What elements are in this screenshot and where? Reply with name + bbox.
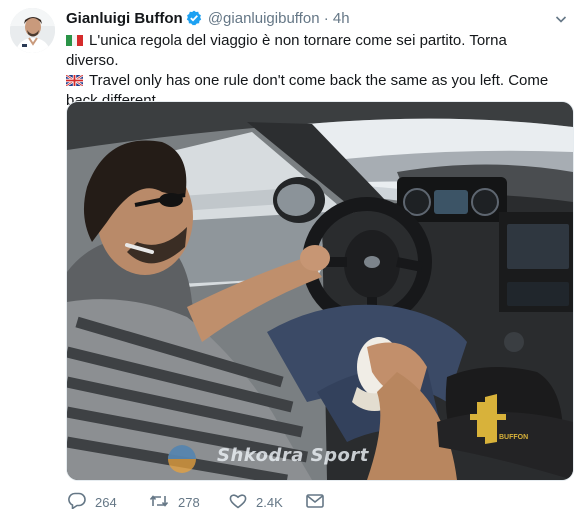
tweet-text: L'unica regola del viaggio è non tornare…: [66, 31, 561, 111]
retweet-count: 278: [178, 494, 200, 510]
retweet-button[interactable]: 278: [149, 491, 200, 513]
tweet-card[interactable]: Gianluigi Buffon @gianluigibuffon · 4h L…: [0, 0, 580, 519]
uk-flag-icon: [66, 75, 83, 86]
direct-message-button[interactable]: [306, 491, 333, 513]
reply-button[interactable]: 264: [68, 491, 117, 513]
author-handle[interactable]: @gianluigibuffon: [208, 10, 320, 27]
avatar[interactable]: [10, 8, 55, 53]
caret-down-icon[interactable]: [554, 12, 568, 26]
direct-message-icon: [306, 493, 333, 511]
photo-watermark: Shkodra Sport: [217, 445, 369, 466]
reply-icon: [68, 492, 95, 512]
tweet-text-italian: L'unica regola del viaggio è non tornare…: [66, 32, 507, 69]
tweet-photo[interactable]: BUFFON Shkodra Sport: [66, 101, 574, 481]
retweet-icon: [149, 493, 178, 512]
tweet-actions: 264 278 2.4K: [66, 491, 366, 513]
tweet-line-italian: L'unica regola del viaggio è non tornare…: [66, 31, 561, 71]
cap-text: BUFFON: [499, 434, 528, 441]
like-icon: [229, 493, 256, 512]
separator-dot: ·: [323, 10, 329, 27]
tweet-header: Gianluigi Buffon @gianluigibuffon · 4h: [66, 10, 566, 30]
like-button[interactable]: 2.4K: [229, 491, 283, 513]
author-name[interactable]: Gianluigi Buffon: [66, 10, 183, 27]
italy-flag-icon: [66, 35, 83, 46]
tweet-time[interactable]: 4h: [333, 10, 350, 27]
like-count: 2.4K: [256, 494, 283, 510]
verified-badge-icon: [186, 10, 202, 30]
reply-count: 264: [95, 494, 117, 510]
